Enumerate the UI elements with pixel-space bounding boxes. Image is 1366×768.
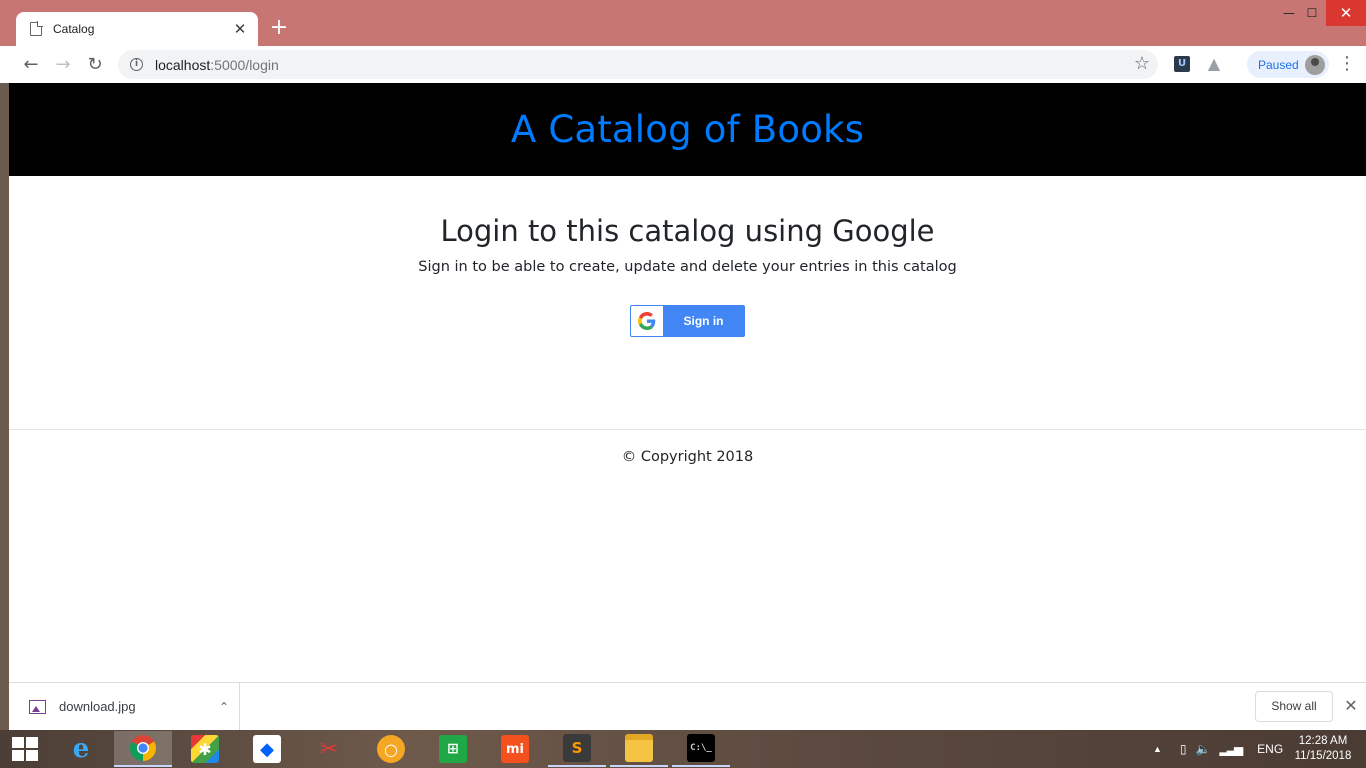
back-icon[interactable]: ← <box>15 49 47 81</box>
drive-extension-icon[interactable]: ▲ <box>1204 54 1224 73</box>
login-heading: Login to this catalog using Google <box>440 214 935 248</box>
site-title[interactable]: A Catalog of Books <box>511 108 864 151</box>
volume-icon[interactable]: 🔈 <box>1196 742 1211 756</box>
show-all-button[interactable]: Show all <box>1255 691 1333 722</box>
browser-toolbar: ← → ↻ i localhost:5000/login ☆ U ▲ Pause… <box>0 46 1366 83</box>
new-tab-button[interactable]: + <box>268 15 290 41</box>
command-prompt-icon[interactable]: C:\_ <box>672 731 730 767</box>
download-shelf: download.jpg ⌃ Show all ✕ <box>9 682 1366 730</box>
snipping-tool-icon[interactable]: ✂ <box>300 731 358 767</box>
address-bar[interactable]: i localhost:5000/login ☆ <box>118 50 1158 79</box>
avatar <box>1305 54 1325 75</box>
google-signin-button[interactable]: Sign in <box>630 305 745 337</box>
browser-menu-icon[interactable]: ⋮ <box>1338 53 1356 75</box>
taskbar: e ✱ ◆ ✂ ○ ⊞ mi S C:\_ ▲ ▯ 🔈 ▂▃▅ ENG 12:2… <box>0 730 1366 768</box>
internet-explorer-icon[interactable]: e <box>52 731 110 767</box>
file-explorer-icon[interactable] <box>610 731 668 767</box>
image-file-icon <box>29 699 46 714</box>
browser-tab[interactable]: Catalog ✕ <box>16 12 258 46</box>
sublime-text-icon[interactable]: S <box>548 731 606 767</box>
site-info-icon[interactable]: i <box>130 58 143 71</box>
page-viewport: A Catalog of Books Login to this catalog… <box>9 83 1366 682</box>
clock-date: 11/15/2018 <box>1294 750 1352 762</box>
battery-icon[interactable]: ▯ <box>1180 742 1187 756</box>
circle-app-icon[interactable]: ○ <box>362 731 420 767</box>
mi-icon[interactable]: mi <box>486 731 544 767</box>
login-section: Login to this catalog using Google Sign … <box>9 176 1366 337</box>
show-hidden-icons-icon[interactable]: ▲ <box>1153 744 1162 754</box>
url-path: :5000/login <box>210 56 279 73</box>
browser-titlebar: Catalog ✕ + — ☐ ✕ <box>0 0 1366 46</box>
site-header: A Catalog of Books <box>9 83 1366 176</box>
copyright: © Copyright 2018 <box>621 449 754 465</box>
start-button[interactable] <box>12 737 38 761</box>
extension-icon[interactable]: U <box>1174 56 1190 72</box>
close-window-button[interactable]: ✕ <box>1326 0 1366 26</box>
clock-time: 12:28 AM <box>1298 735 1348 747</box>
tab-title: Catalog <box>53 22 95 36</box>
maximize-button[interactable]: ☐ <box>1297 0 1327 26</box>
login-subtext: Sign in to be able to create, update and… <box>418 259 957 275</box>
download-item[interactable]: download.jpg ⌃ <box>9 683 240 730</box>
bookmark-star-icon[interactable]: ☆ <box>1134 53 1150 74</box>
tab-close-icon[interactable]: ✕ <box>232 20 248 38</box>
reload-icon[interactable]: ↻ <box>79 49 111 81</box>
profile-button[interactable]: Paused <box>1247 51 1329 78</box>
network-icon[interactable]: ▂▃▅ <box>1219 742 1243 756</box>
store-icon[interactable]: ⊞ <box>424 731 482 767</box>
download-filename: download.jpg <box>59 699 136 714</box>
footer-divider <box>9 429 1366 430</box>
language-indicator[interactable]: ENG <box>1257 742 1283 756</box>
close-icon[interactable]: ✕ <box>1342 696 1360 716</box>
chrome-icon[interactable] <box>114 731 172 767</box>
chevron-up-icon[interactable]: ⌃ <box>209 700 239 714</box>
signin-label: Sign in <box>683 314 724 328</box>
google-logo-icon <box>631 306 663 336</box>
page-icon <box>30 21 43 36</box>
clock[interactable]: 12:28 AM 11/15/2018 <box>1290 734 1356 764</box>
dropbox-icon[interactable]: ◆ <box>238 731 296 767</box>
url-host: localhost <box>155 56 211 73</box>
puzzle-app-icon[interactable]: ✱ <box>176 731 234 767</box>
system-tray: ▲ ▯ 🔈 ▂▃▅ ENG <box>1153 730 1283 768</box>
forward-icon[interactable]: → <box>47 49 79 81</box>
profile-status: Paused <box>1258 57 1299 72</box>
